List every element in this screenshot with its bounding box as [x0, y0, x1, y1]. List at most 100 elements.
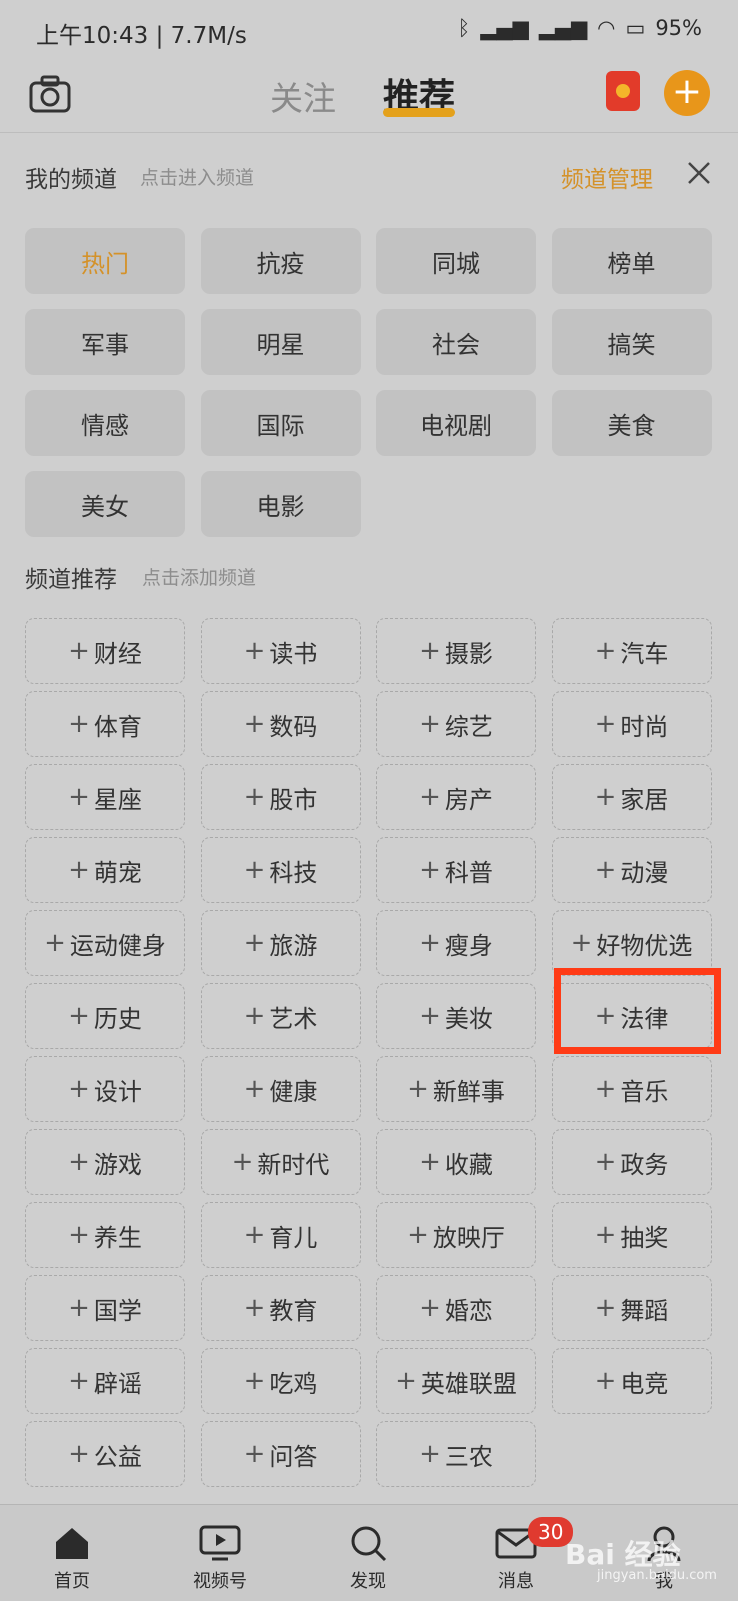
plus-icon: + [407, 1074, 429, 1104]
recommended-channel-chip[interactable]: + 政务 [551, 1129, 712, 1195]
recommended-hint: 点击添加频道 [142, 567, 257, 589]
close-icon[interactable] [686, 160, 712, 186]
recommended-channel-chip[interactable]: + 摄影 [376, 618, 536, 684]
recommended-channel-chip[interactable]: + 旅游 [200, 910, 361, 976]
plus-icon: + [594, 1074, 617, 1104]
recommended-channel-chip[interactable]: + 科普 [376, 837, 536, 903]
my-channel-chip[interactable]: 情感 [25, 390, 185, 456]
my-channel-chip[interactable]: 美女 [25, 471, 185, 537]
recommended-channel-label: 萌宠 [93, 858, 142, 887]
plus-icon: + [594, 855, 617, 885]
nav-discover[interactable]: 发现 [318, 1523, 418, 1593]
recommended-channel-chip[interactable]: + 公益 [25, 1421, 185, 1487]
recommended-channel-chip[interactable]: + 教育 [200, 1275, 361, 1341]
plus-icon: + [594, 1147, 617, 1177]
recommended-channel-chip[interactable]: + 设计 [25, 1056, 185, 1122]
recommended-channel-chip[interactable]: + 历史 [25, 983, 185, 1049]
recommended-channel-chip[interactable]: + 好物优选 [551, 910, 712, 976]
recommended-channel-chip[interactable]: + 电竞 [551, 1348, 712, 1414]
add-button[interactable]: + [664, 70, 710, 116]
recommended-channel-label: 家居 [620, 785, 669, 814]
recommended-channel-label: 体育 [93, 712, 142, 741]
recommended-channel-chip[interactable]: + 新鲜事 [376, 1056, 536, 1122]
my-channel-chip[interactable]: 热门 [25, 228, 185, 294]
recommended-channel-chip[interactable]: + 养生 [25, 1202, 185, 1268]
recommended-channel-chip[interactable]: + 房产 [376, 764, 536, 830]
recommended-channel-chip[interactable]: + 放映厅 [376, 1202, 536, 1268]
recommended-channel-chip[interactable]: + 综艺 [376, 691, 536, 757]
recommended-channel-label: 养生 [93, 1223, 142, 1252]
plus-icon: + [243, 928, 266, 958]
recommended-channel-chip[interactable]: + 三农 [376, 1421, 536, 1487]
recommended-channel-label: 房产 [444, 785, 493, 814]
recommended-channel-chip[interactable]: + 辟谣 [25, 1348, 185, 1414]
recommended-channel-chip[interactable]: + 舞蹈 [551, 1275, 712, 1341]
recommended-channel-chip[interactable]: + 健康 [200, 1056, 361, 1122]
my-channel-chip[interactable]: 抗疫 [200, 228, 361, 294]
plus-icon: + [594, 636, 617, 666]
my-channel-chip[interactable]: 军事 [25, 309, 185, 375]
nav-video[interactable]: 视频号 [170, 1523, 270, 1593]
recommended-channel-chip[interactable]: + 艺术 [200, 983, 361, 1049]
plus-icon: + [594, 1293, 617, 1323]
my-channel-chip[interactable]: 同城 [376, 228, 536, 294]
recommended-channel-chip[interactable]: + 英雄联盟 [376, 1348, 536, 1414]
recommended-channel-chip[interactable]: + 游戏 [25, 1129, 185, 1195]
recommended-channel-label: 英雄联盟 [420, 1369, 517, 1398]
my-channel-chip[interactable]: 榜单 [551, 228, 712, 294]
recommended-channel-chip[interactable]: + 体育 [25, 691, 185, 757]
recommended-channel-chip[interactable]: + 财经 [25, 618, 185, 684]
recommended-channel-chip[interactable]: + 音乐 [551, 1056, 712, 1122]
my-channel-chip[interactable]: 社会 [376, 309, 536, 375]
tab-follow[interactable]: 关注 [270, 72, 336, 120]
red-packet-icon[interactable] [606, 71, 640, 111]
plus-icon: + [68, 1293, 90, 1323]
recommended-channel-chip[interactable]: + 吃鸡 [200, 1348, 361, 1414]
recommended-channel-chip[interactable]: + 婚恋 [376, 1275, 536, 1341]
recommended-channel-chip[interactable]: + 国学 [25, 1275, 185, 1341]
recommended-channel-chip[interactable]: + 星座 [25, 764, 185, 830]
recommended-channel-chip[interactable]: + 育儿 [200, 1202, 361, 1268]
recommended-channel-chip[interactable]: + 收藏 [376, 1129, 536, 1195]
wifi-icon: ◠ [597, 16, 616, 40]
plus-icon: + [68, 782, 90, 812]
recommended-channel-chip[interactable]: + 问答 [200, 1421, 361, 1487]
signal-icon-2: ▂▄▆ [538, 16, 588, 40]
recommended-channel-label: 收藏 [444, 1150, 493, 1179]
plus-icon: + [68, 1220, 90, 1250]
my-channel-chip[interactable]: 电视剧 [376, 390, 536, 456]
plus-icon: + [68, 1366, 90, 1396]
camera-icon[interactable] [28, 72, 72, 116]
recommended-channel-chip[interactable]: + 美妆 [376, 983, 536, 1049]
plus-icon: + [68, 1074, 90, 1104]
my-channel-chip[interactable]: 电影 [200, 471, 361, 537]
plus-icon: + [68, 855, 90, 885]
my-channel-chip[interactable]: 国际 [200, 390, 361, 456]
my-channel-chip[interactable]: 美食 [551, 390, 712, 456]
recommended-channel-chip[interactable]: + 瘦身 [376, 910, 536, 976]
my-channel-chip[interactable]: 搞笑 [551, 309, 712, 375]
channel-manage-button[interactable]: 频道管理 [561, 160, 653, 194]
recommended-channel-chip[interactable]: + 时尚 [551, 691, 712, 757]
recommended-channel-chip[interactable]: + 抽奖 [551, 1202, 712, 1268]
recommended-channel-chip[interactable]: + 股市 [200, 764, 361, 830]
nav-home[interactable]: 首页 [22, 1523, 122, 1593]
recommended-channel-chip[interactable]: + 动漫 [551, 837, 712, 903]
my-channel-chip[interactable]: 明星 [200, 309, 361, 375]
recommended-channel-label: 抽奖 [620, 1223, 669, 1252]
recommended-channel-chip[interactable]: + 汽车 [551, 618, 712, 684]
my-channels-title: 我的频道 [25, 167, 117, 193]
recommended-channel-label: 财经 [93, 639, 142, 668]
tab-underline [383, 108, 455, 117]
recommended-channel-chip[interactable]: + 运动健身 [25, 910, 185, 976]
recommended-channel-chip[interactable]: + 数码 [200, 691, 361, 757]
recommended-channel-label: 动漫 [620, 858, 669, 887]
recommended-channel-label: 游戏 [93, 1150, 142, 1179]
recommended-channel-chip[interactable]: + 家居 [551, 764, 712, 830]
recommended-channel-chip[interactable]: + 新时代 [200, 1129, 361, 1195]
recommended-channel-label: 汽车 [620, 639, 669, 668]
recommended-channel-chip[interactable]: + 萌宠 [25, 837, 185, 903]
recommended-channel-chip[interactable]: + 读书 [200, 618, 361, 684]
plus-icon: + [419, 636, 441, 666]
recommended-channel-chip[interactable]: + 科技 [200, 837, 361, 903]
